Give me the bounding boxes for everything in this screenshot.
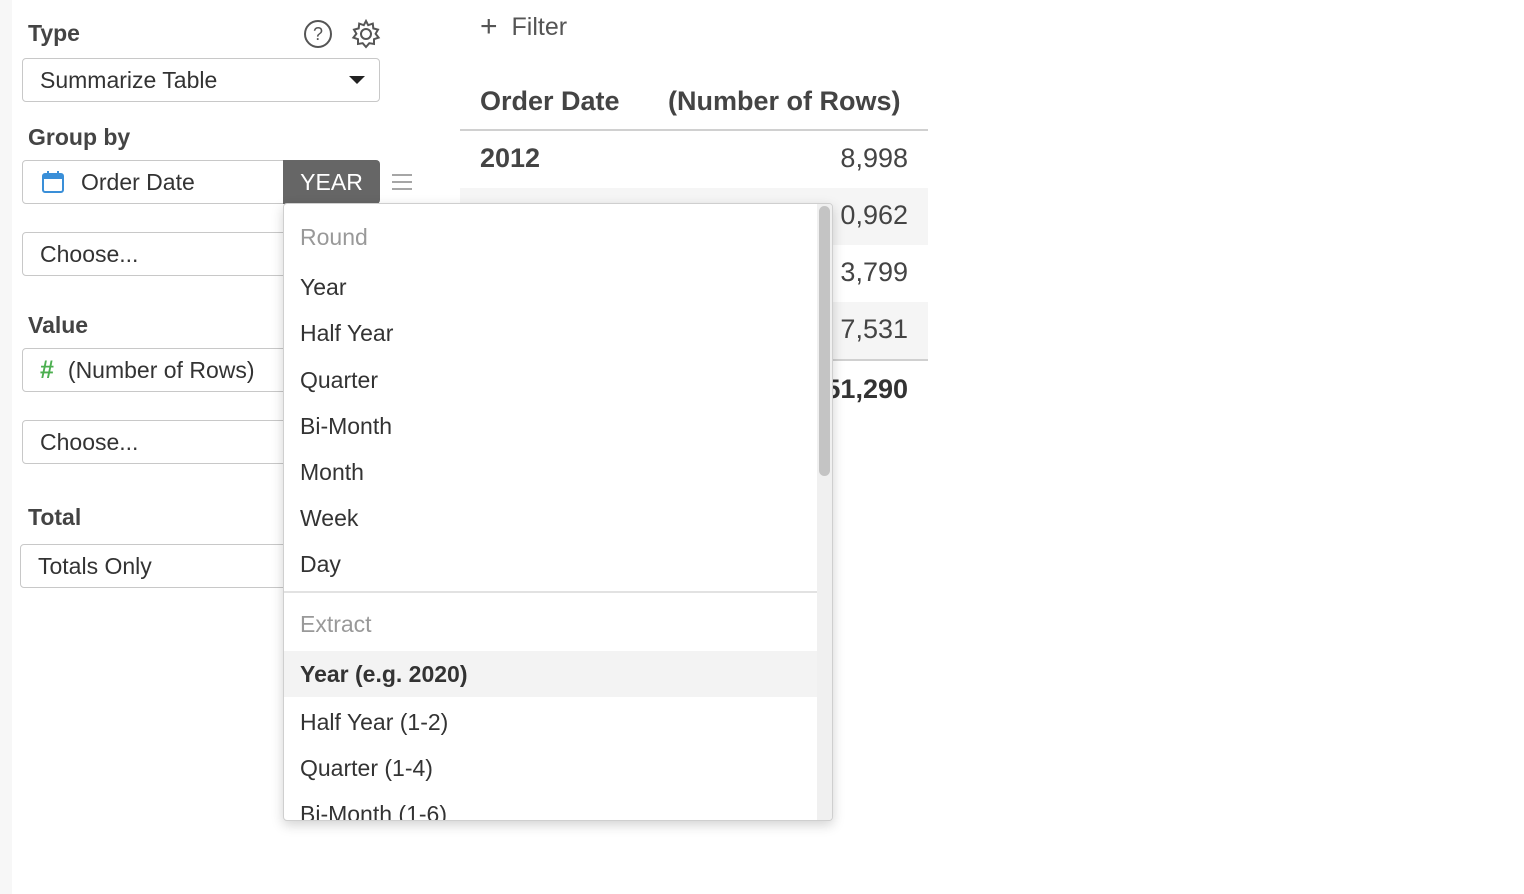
filter-label: Filter bbox=[511, 12, 568, 41]
date-unit-dropdown[interactable]: Round Year Half Year Quarter Bi-Month Mo… bbox=[283, 203, 833, 821]
group-by-field-label: Order Date bbox=[81, 168, 195, 195]
table-header-order-date: Order Date bbox=[480, 86, 620, 116]
group-by-unit-button[interactable]: YEAR bbox=[283, 160, 380, 204]
dropdown-item-extract-half-year[interactable]: Half Year (1-2) bbox=[284, 699, 819, 745]
gear-icon[interactable] bbox=[350, 18, 382, 50]
table-row: 2012 8,998 bbox=[460, 131, 928, 188]
total-label: Total bbox=[28, 504, 82, 530]
group-by-label: Group by bbox=[28, 124, 131, 150]
chevron-down-icon bbox=[349, 76, 365, 84]
table-cell-value: 8,998 bbox=[840, 143, 908, 173]
dropdown-scrollbar-thumb[interactable] bbox=[819, 206, 830, 476]
group-by-field[interactable]: Order Date bbox=[22, 160, 284, 204]
type-select[interactable]: Summarize Table bbox=[22, 58, 380, 102]
dropdown-group-round: Round bbox=[300, 224, 368, 250]
table-header-number-of-rows: (Number of Rows) bbox=[668, 86, 901, 116]
value-label: Value bbox=[28, 312, 89, 338]
value-field-label: (Number of Rows) bbox=[67, 356, 255, 383]
dropdown-item-bi-month[interactable]: Bi-Month bbox=[284, 403, 819, 449]
total-select[interactable]: Totals Only bbox=[20, 544, 284, 588]
dropdown-item-half-year[interactable]: Half Year bbox=[284, 310, 819, 356]
table-cell-value: 7,531 bbox=[840, 314, 908, 344]
menu-icon[interactable] bbox=[386, 166, 418, 198]
calendar-icon bbox=[41, 170, 65, 194]
group-by-choose-label: Choose... bbox=[40, 240, 139, 267]
dropdown-item-extract-bi-month[interactable]: Bi-Month (1-6) bbox=[284, 791, 819, 820]
svg-text:?: ? bbox=[313, 24, 323, 44]
hash-icon: # bbox=[40, 355, 54, 384]
dropdown-item-year[interactable]: Year bbox=[284, 264, 819, 310]
plus-icon: + bbox=[480, 10, 498, 43]
type-select-value: Summarize Table bbox=[40, 66, 218, 93]
dropdown-item-extract-quarter[interactable]: Quarter (1-4) bbox=[284, 745, 819, 791]
table-total-value: 51,290 bbox=[825, 374, 908, 404]
table-cell-value: 0,962 bbox=[840, 200, 908, 230]
dropdown-item-week[interactable]: Week bbox=[284, 495, 819, 541]
total-select-value: Totals Only bbox=[38, 552, 152, 579]
dropdown-group-extract: Extract bbox=[300, 611, 372, 637]
help-icon[interactable]: ? bbox=[302, 18, 334, 50]
dropdown-item-day[interactable]: Day bbox=[284, 541, 819, 587]
dropdown-item-quarter[interactable]: Quarter bbox=[284, 357, 819, 403]
value-choose-label: Choose... bbox=[40, 428, 139, 455]
dropdown-divider bbox=[284, 591, 819, 593]
table-cell-year: 2012 bbox=[480, 143, 541, 173]
value-choose-select[interactable]: Choose... bbox=[22, 420, 284, 464]
table-cell-value: 3,799 bbox=[840, 257, 908, 287]
group-by-choose-select[interactable]: Choose... bbox=[22, 232, 284, 276]
filter-button[interactable]: + Filter bbox=[480, 10, 567, 44]
dropdown-scrollbar[interactable] bbox=[817, 204, 832, 820]
dropdown-list: Round Year Half Year Quarter Bi-Month Mo… bbox=[284, 204, 819, 820]
dropdown-item-extract-year[interactable]: Year (e.g. 2020) bbox=[284, 651, 819, 697]
left-edge-strip bbox=[0, 0, 12, 894]
value-field[interactable]: # (Number of Rows) bbox=[22, 348, 284, 392]
type-label: Type bbox=[28, 20, 80, 46]
dropdown-item-month[interactable]: Month bbox=[284, 449, 819, 495]
